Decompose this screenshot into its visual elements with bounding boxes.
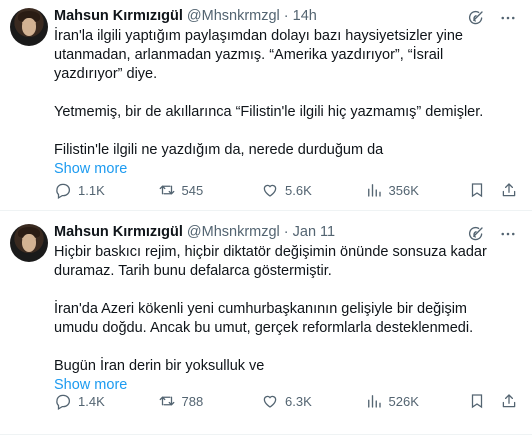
reply-icon bbox=[56, 183, 71, 199]
show-more-link[interactable]: Show more bbox=[54, 160, 127, 179]
like-count: 5.6K bbox=[285, 182, 312, 198]
author-handle[interactable]: @Mhsnkrmzgl bbox=[187, 6, 280, 26]
views-icon bbox=[367, 395, 381, 408]
like-button[interactable]: 6.3K bbox=[261, 392, 345, 410]
tweet-header: Mahsun Kırmızıgül @Mhsnkrmzgl · Jan 11 bbox=[54, 222, 518, 242]
tweet-text: İran'la ilgili yaptığım paylaşımdan dola… bbox=[54, 27, 510, 179]
tweet-action-bar: 1.4K 788 6.3K 526K bbox=[54, 391, 518, 411]
author-name[interactable]: Mahsun Kırmızıgül bbox=[54, 6, 183, 26]
repost-icon bbox=[159, 396, 174, 406]
more-icon[interactable] bbox=[498, 8, 518, 28]
grok-icon[interactable] bbox=[466, 224, 486, 244]
avatar[interactable] bbox=[10, 8, 48, 46]
more-icon[interactable] bbox=[498, 224, 518, 244]
tweet[interactable]: Mahsun Kırmızıgül @Mhsnkrmzgl · 14h İran… bbox=[0, 0, 532, 211]
tweet-text: Hiçbir baskıcı rejim, hiçbir diktatör de… bbox=[54, 243, 510, 395]
bookmark-icon[interactable] bbox=[468, 181, 486, 199]
grok-icon[interactable] bbox=[466, 8, 486, 28]
repost-icon bbox=[159, 185, 174, 195]
tweet-content: Mahsun Kırmızıgül @Mhsnkrmzgl · 14h İran… bbox=[54, 6, 518, 179]
tweet-paragraph: Yetmemiş, bir de akıllarınca “Filistin'l… bbox=[54, 104, 484, 120]
avatar-face bbox=[22, 234, 36, 252]
views-button[interactable]: 526K bbox=[365, 392, 449, 410]
views-button[interactable]: 356K bbox=[365, 181, 449, 199]
author-handle[interactable]: @Mhsnkrmzgl bbox=[187, 222, 280, 242]
reply-button[interactable]: 1.1K bbox=[54, 181, 138, 199]
separator-dot: · bbox=[283, 8, 289, 24]
separator-dot: · bbox=[283, 224, 289, 240]
avatar[interactable] bbox=[10, 224, 48, 262]
tweet-paragraph: Filistin'le ilgili ne yazdığım da, nered… bbox=[54, 142, 384, 158]
heart-icon bbox=[263, 395, 277, 408]
tweet-paragraph: İran'la ilgili yaptığım paylaşımdan dola… bbox=[54, 28, 463, 82]
avatar-face bbox=[22, 18, 36, 36]
repost-button[interactable]: 545 bbox=[158, 181, 242, 199]
views-count: 526K bbox=[388, 393, 419, 409]
tweet-content: Mahsun Kırmızıgül @Mhsnkrmzgl · Jan 11 H… bbox=[54, 222, 518, 395]
like-button[interactable]: 5.6K bbox=[261, 181, 345, 199]
tweet-header-actions bbox=[466, 224, 518, 244]
author-name[interactable]: Mahsun Kırmızıgül bbox=[54, 222, 183, 242]
bookmark-icon[interactable] bbox=[468, 392, 486, 410]
views-icon bbox=[367, 184, 381, 197]
tweet-header: Mahsun Kırmızıgül @Mhsnkrmzgl · 14h bbox=[54, 6, 518, 26]
tweet-paragraph: İran'da Azeri kökenli yeni cumhurbaşkanı… bbox=[54, 301, 474, 336]
tweet-paragraph: Bugün İran derin bir yoksulluk ve bbox=[54, 358, 265, 374]
reply-icon bbox=[56, 394, 71, 410]
repost-count: 545 bbox=[181, 182, 204, 198]
tweet-secondary-actions bbox=[468, 392, 518, 410]
tweet-header-actions bbox=[466, 8, 518, 28]
repost-button[interactable]: 788 bbox=[158, 392, 242, 410]
like-count: 6.3K bbox=[285, 393, 312, 409]
tweet-timestamp[interactable]: 14h bbox=[293, 6, 317, 26]
reply-count: 1.4K bbox=[78, 393, 105, 409]
reply-count: 1.1K bbox=[78, 182, 105, 198]
tweet[interactable]: Mahsun Kırmızıgül @Mhsnkrmzgl · Jan 11 H… bbox=[0, 211, 532, 435]
share-icon[interactable] bbox=[500, 181, 518, 199]
reply-button[interactable]: 1.4K bbox=[54, 392, 138, 410]
views-count: 356K bbox=[388, 182, 419, 198]
tweet-secondary-actions bbox=[468, 181, 518, 199]
tweet-paragraph: Hiçbir baskıcı rejim, hiçbir diktatör de… bbox=[54, 244, 487, 279]
share-icon[interactable] bbox=[500, 392, 518, 410]
tweet-action-bar: 1.1K 545 5.6K 356K bbox=[54, 180, 518, 200]
heart-icon bbox=[263, 184, 277, 197]
tweet-timestamp[interactable]: Jan 11 bbox=[293, 222, 335, 242]
repost-count: 788 bbox=[181, 393, 204, 409]
